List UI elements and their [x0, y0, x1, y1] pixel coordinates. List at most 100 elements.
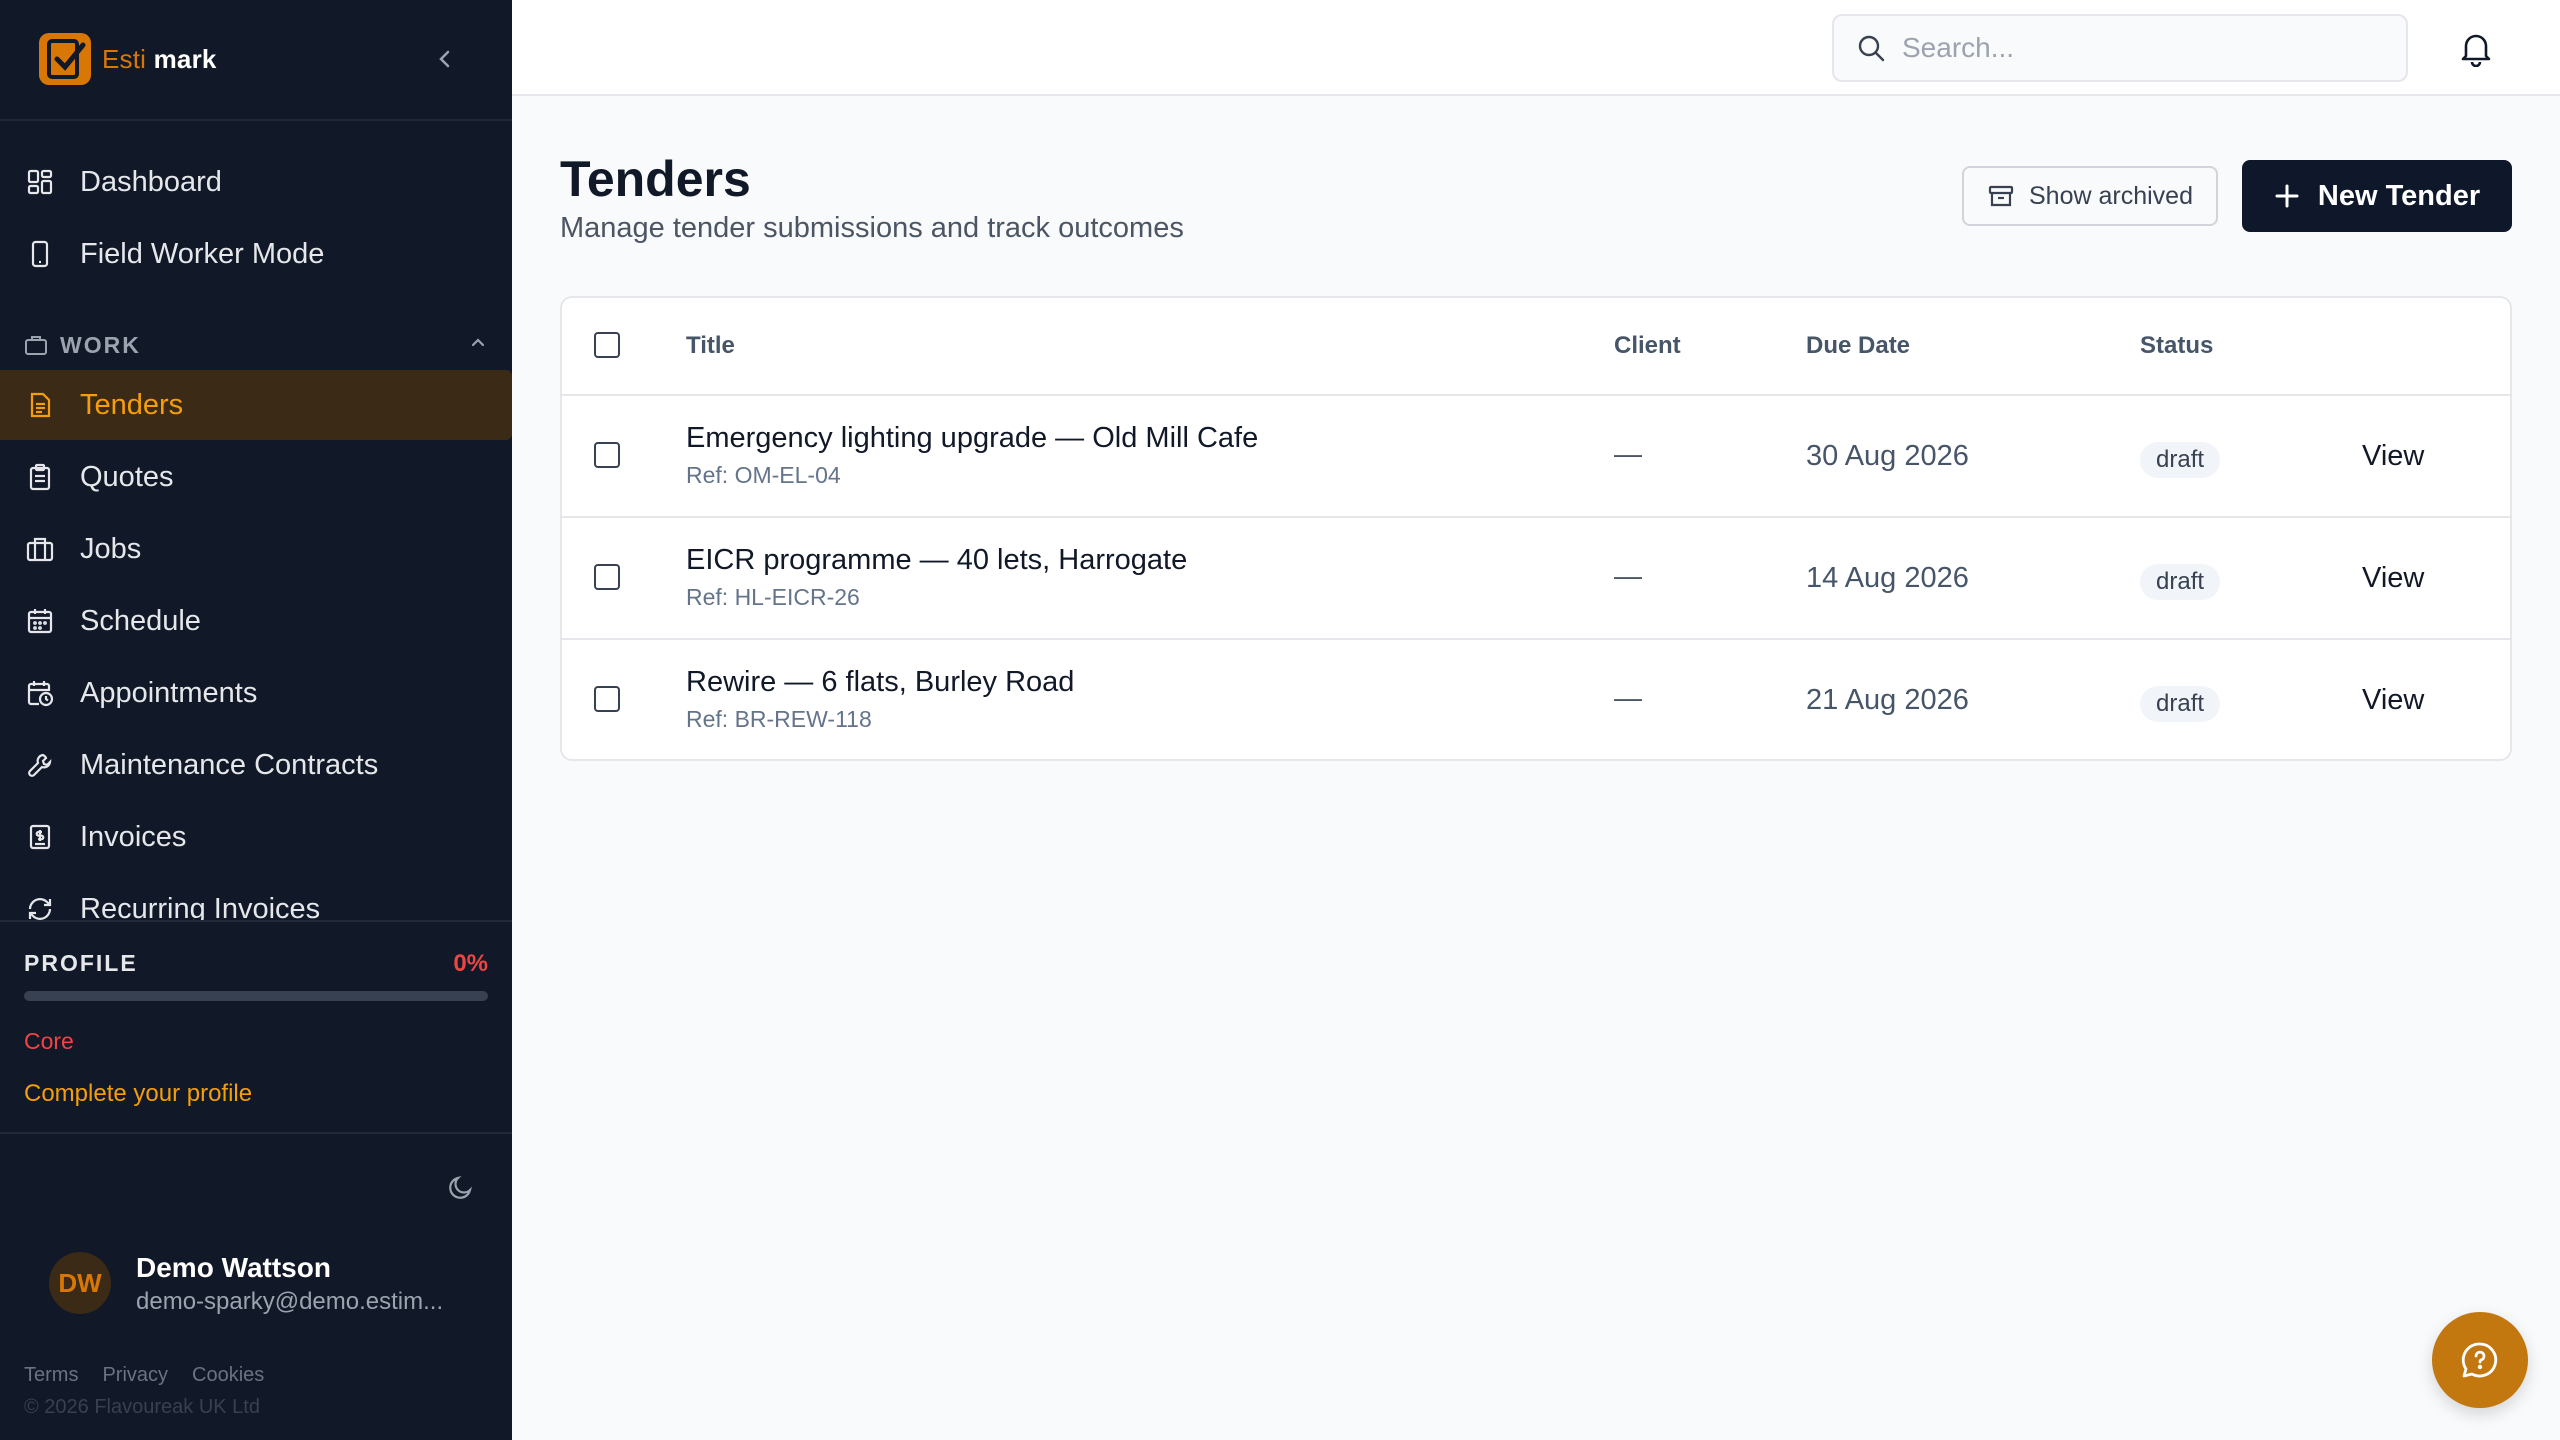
page-subtitle: Manage tender submissions and track outc… — [560, 212, 1184, 244]
table-row[interactable]: Rewire — 6 flats, Burley Road Ref: BR-RE… — [562, 640, 2510, 759]
user-email: demo-sparky@demo.estim... — [136, 1288, 444, 1315]
table-row[interactable]: EICR programme — 40 lets, Harrogate Ref:… — [562, 518, 2510, 640]
collapse-sidebar-button[interactable] — [430, 44, 460, 74]
row-client: — — [1614, 438, 1642, 469]
phone-icon — [24, 238, 56, 270]
view-link[interactable]: View — [2362, 562, 2424, 595]
user-name: Demo Wattson — [136, 1252, 331, 1283]
show-archived-button[interactable]: Show archived — [1962, 166, 2218, 226]
page-title: Tenders — [560, 151, 751, 207]
row-due-date: 30 Aug 2026 — [1806, 440, 1969, 472]
row-due-date: 14 Aug 2026 — [1806, 562, 1969, 594]
plus-icon — [2274, 183, 2300, 209]
copyright: © 2026 Flavoureak UK Ltd — [24, 1396, 260, 1418]
brand-header: Esti mark — [0, 0, 512, 121]
profile-percent: 0% — [453, 950, 488, 977]
table-header: Title Client Due Date Status — [562, 298, 2510, 396]
logo-icon — [39, 33, 91, 85]
nav-item-field-worker-mode[interactable]: Field Worker Mode — [0, 219, 512, 289]
wrench-icon — [24, 749, 56, 781]
row-checkbox[interactable] — [594, 442, 620, 468]
row-title[interactable]: Emergency lighting upgrade — Old Mill Ca… — [686, 422, 1258, 455]
nav-item-quotes[interactable]: Quotes — [0, 442, 512, 512]
theme-toggle-button[interactable] — [442, 1170, 478, 1206]
tenders-table: Title Client Due Date Status Emergency l… — [560, 296, 2512, 761]
row-title[interactable]: Rewire — 6 flats, Burley Road — [686, 666, 1074, 699]
section-work[interactable]: WORK — [24, 330, 488, 360]
nav-item-label: Jobs — [80, 532, 142, 565]
view-link[interactable]: View — [2362, 440, 2424, 473]
new-tender-button[interactable]: New Tender — [2242, 160, 2512, 232]
moon-icon — [449, 1176, 472, 1199]
nav-item-label: Tenders — [80, 388, 184, 421]
select-all-checkbox[interactable] — [594, 332, 620, 358]
footer-links: Terms Privacy Cookies — [24, 1364, 264, 1387]
nav-item-tenders[interactable]: Tenders — [0, 370, 512, 440]
search-input[interactable] — [1902, 32, 2382, 64]
nav-item-appointments[interactable]: Appointments — [0, 658, 512, 728]
view-link[interactable]: View — [2362, 684, 2424, 717]
archive-icon — [1987, 182, 2015, 210]
briefcase-icon — [25, 336, 47, 355]
nav-item-label: Schedule — [80, 604, 201, 637]
notifications-button[interactable] — [2452, 24, 2500, 72]
avatar[interactable]: DW — [49, 1252, 111, 1314]
row-ref: Ref: OM-EL-04 — [686, 462, 841, 488]
nav-item-label: Field Worker Mode — [80, 237, 325, 270]
chevron-up-icon — [471, 338, 485, 347]
help-chat-button[interactable] — [2432, 1312, 2528, 1408]
calendar-clock-icon — [24, 677, 56, 709]
complete-profile-link[interactable]: Complete your profile — [24, 1080, 252, 1108]
nav-item-label: Dashboard — [80, 165, 222, 198]
receipt-icon — [24, 821, 56, 853]
brand-name: Esti mark — [102, 44, 217, 74]
nav-item-dashboard[interactable]: Dashboard — [0, 147, 512, 217]
row-checkbox[interactable] — [594, 686, 620, 712]
row-client: — — [1614, 560, 1642, 591]
calendar-icon — [24, 605, 56, 637]
document-icon — [24, 389, 56, 421]
sidebar: Esti mark Dashboard Field Worker Mode WO… — [0, 0, 512, 1440]
refresh-icon — [24, 893, 56, 920]
row-ref: Ref: BR-REW-118 — [686, 706, 872, 732]
status-badge: draft — [2140, 442, 2221, 478]
search-icon — [1858, 35, 1885, 62]
status-badge: draft — [2140, 564, 2221, 600]
sidebar-nav-scroll[interactable]: Esti mark Dashboard Field Worker Mode WO… — [0, 0, 512, 920]
row-due-date: 21 Aug 2026 — [1806, 684, 1969, 716]
briefcase-icon — [24, 533, 56, 565]
terms-link[interactable]: Terms — [24, 1364, 78, 1387]
profile-core-label: Core — [24, 1028, 74, 1054]
grid-icon — [24, 166, 56, 198]
column-header-due-date[interactable]: Due Date — [1806, 332, 1910, 360]
column-header-title[interactable]: Title — [686, 332, 735, 360]
row-client: — — [1614, 682, 1642, 713]
column-header-client[interactable]: Client — [1614, 332, 1681, 360]
nav-item-schedule[interactable]: Schedule — [0, 586, 512, 656]
table-row[interactable]: Emergency lighting upgrade — Old Mill Ca… — [562, 396, 2510, 518]
nav-item-recurring-invoices[interactable]: Recurring Invoices — [0, 874, 512, 920]
top-bar — [512, 0, 2560, 96]
nav-item-invoices[interactable]: Invoices — [0, 802, 512, 872]
nav-item-maintenance-contracts[interactable]: Maintenance Contracts — [0, 730, 512, 800]
nav-item-jobs[interactable]: Jobs — [0, 514, 512, 584]
row-ref: Ref: HL-EICR-26 — [686, 584, 860, 610]
row-title[interactable]: EICR programme — 40 lets, Harrogate — [686, 544, 1187, 577]
column-header-status[interactable]: Status — [2140, 332, 2213, 360]
show-archived-label: Show archived — [2029, 181, 2193, 210]
profile-title: PROFILE — [24, 950, 138, 976]
privacy-link[interactable]: Privacy — [102, 1364, 168, 1387]
new-tender-label: New Tender — [2317, 179, 2481, 212]
cookies-link[interactable]: Cookies — [192, 1364, 264, 1387]
search-box[interactable] — [1832, 14, 2408, 82]
chat-help-icon — [2461, 1342, 2498, 1378]
nav-item-label: Appointments — [80, 676, 258, 709]
nav-item-label: Recurring Invoices — [80, 892, 321, 921]
nav-item-label: Quotes — [80, 460, 174, 493]
profile-completion-card: PROFILE 0% Core Complete your profile — [0, 920, 512, 1134]
row-checkbox[interactable] — [594, 564, 620, 590]
chevron-left-icon — [439, 50, 450, 68]
bell-icon — [2461, 34, 2491, 67]
nav-item-label: Maintenance Contracts — [80, 748, 379, 781]
status-badge: draft — [2140, 686, 2221, 722]
